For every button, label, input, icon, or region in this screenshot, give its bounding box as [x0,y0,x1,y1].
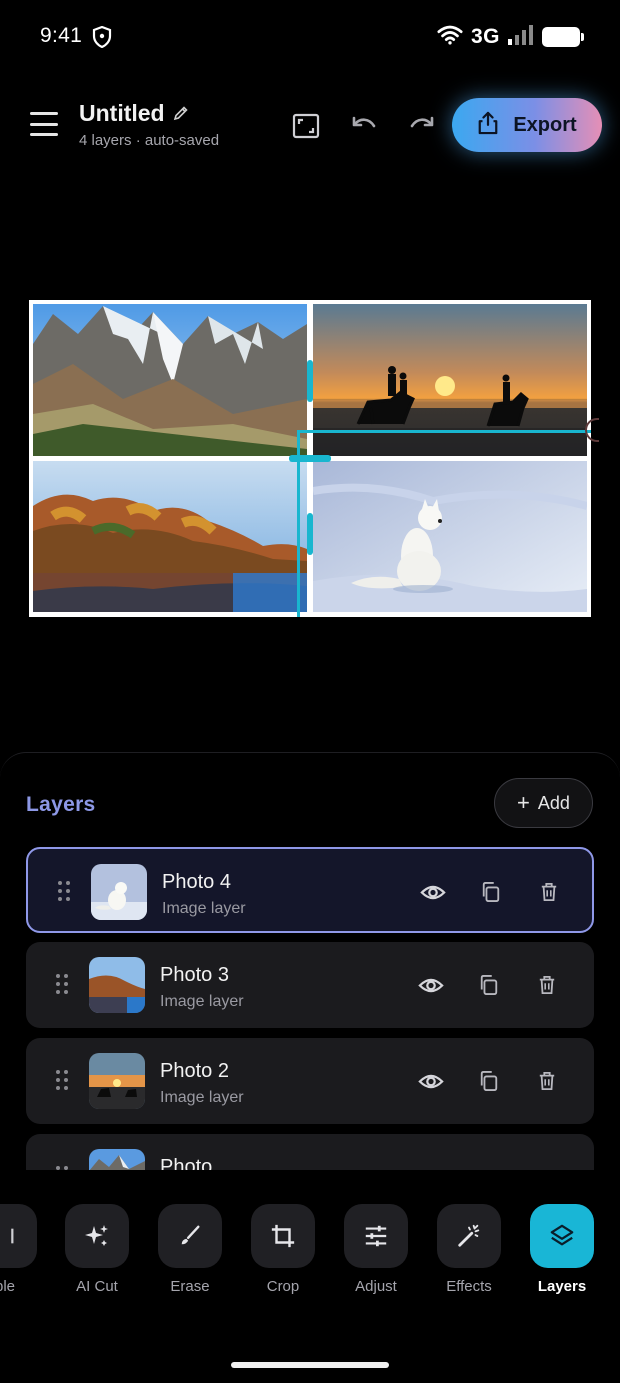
brush-icon [158,1204,222,1268]
menu-icon-line [30,133,58,136]
tool-label: Erase [170,1278,210,1295]
tool-crop[interactable]: Crop [243,1204,323,1295]
plus-icon: + [517,790,530,815]
layer-name: Photo 3 [160,964,229,986]
partial-tool-icon [0,1204,37,1268]
snap-guide-horizontal [297,430,591,433]
panel-title: Layers [26,793,96,816]
delete-trash-icon[interactable] [535,878,563,906]
photo-mountains[interactable] [33,304,307,456]
status-time: 9:41 [40,24,83,47]
bottom-toolbar: ble AI Cut Erase Crop Adjust Effects Lay… [0,1195,620,1305]
network-type: 3G [470,25,500,48]
tool-adjust[interactable]: Adjust [336,1204,416,1295]
tool-label: Layers [537,1278,587,1295]
layer-row-photo-3[interactable]: Photo 3 Image layer [26,942,594,1028]
tool-erase[interactable]: Erase [150,1204,230,1295]
layer-thumbnail [89,1149,145,1170]
signal-icon [508,24,534,50]
layer-name: Photo 4 [162,871,231,893]
layers-icon [530,1204,594,1268]
collage-canvas[interactable] [29,300,599,617]
tool-label: Adjust [355,1278,397,1295]
photo-autumn-lake[interactable] [33,461,307,612]
resize-handle-vertical[interactable] [307,513,313,555]
document-title: Untitled [79,100,165,126]
photo-sunset-horses[interactable] [313,304,587,456]
sparkles-icon [65,1204,129,1268]
wifi-icon [437,24,463,50]
shield-icon [92,25,112,49]
tool-effects[interactable]: Effects [429,1204,509,1295]
pencil-icon[interactable] [173,100,189,127]
layers-panel: Layers + Add Photo 4 Image layer Photo 3… [0,752,620,1170]
export-label: Export [513,113,577,136]
sliders-icon [344,1204,408,1268]
layer-thumbnail [89,957,145,1013]
tool-partial[interactable]: ble [0,1204,45,1295]
layer-name: Photo 2 [160,1060,229,1082]
share-icon [477,111,499,140]
add-layer-button[interactable]: + Add [494,778,593,828]
layer-name: Photo [160,1156,213,1170]
delete-trash-icon[interactable] [533,971,561,999]
undo-icon[interactable] [348,110,380,142]
resize-handle-vertical[interactable] [307,360,313,402]
resize-handle-horizontal[interactable] [289,455,331,462]
tool-label: ble [0,1278,16,1295]
tool-layers[interactable]: Layers [522,1204,602,1295]
layer-row-photo-1[interactable]: Photo [26,1134,594,1170]
layer-row-photo-4[interactable]: Photo 4 Image layer [26,847,594,933]
tool-ai-cut[interactable]: AI Cut [57,1204,137,1295]
rotate-handle[interactable] [585,418,599,442]
top-bar: Untitled 4 layers · auto-saved Export [0,90,620,160]
layer-thumbnail [89,1053,145,1109]
duplicate-icon[interactable] [475,1067,503,1095]
redo-icon[interactable] [406,110,438,142]
document-title-block[interactable]: Untitled 4 layers · auto-saved [79,100,219,149]
menu-icon-line [30,122,58,126]
home-indicator[interactable] [231,1362,389,1368]
layer-type: Image layer [160,1089,244,1106]
delete-trash-icon[interactable] [533,1067,561,1095]
crop-icon [251,1204,315,1268]
drag-handle-icon[interactable] [58,881,70,901]
tool-label: Crop [266,1278,300,1295]
add-label: Add [537,792,570,813]
document-subtitle: 4 layers · auto-saved [79,132,220,149]
magic-wand-icon [437,1204,501,1268]
drag-handle-icon[interactable] [56,1070,68,1090]
layer-thumbnail [91,864,147,920]
export-button[interactable]: Export [452,98,602,152]
tool-label: AI Cut [76,1278,118,1295]
tool-label: Effects [446,1278,492,1295]
drag-handle-icon[interactable] [56,974,68,994]
visibility-eye-icon[interactable] [417,971,445,999]
duplicate-icon[interactable] [477,878,505,906]
menu-icon-line [30,112,58,115]
menu-button[interactable] [30,112,58,136]
photo-arctic-fox[interactable] [313,461,587,612]
layer-type: Image layer [160,993,244,1010]
fit-screen-icon[interactable] [290,110,322,142]
status-bar: 9:41 3G [0,0,620,76]
layer-row-photo-2[interactable]: Photo 2 Image layer [26,1038,594,1124]
visibility-eye-icon[interactable] [417,1067,445,1095]
layer-type: Image layer [162,900,246,917]
drag-handle-icon[interactable] [56,1166,68,1170]
visibility-eye-icon[interactable] [419,878,447,906]
duplicate-icon[interactable] [475,971,503,999]
battery-icon [542,27,584,47]
